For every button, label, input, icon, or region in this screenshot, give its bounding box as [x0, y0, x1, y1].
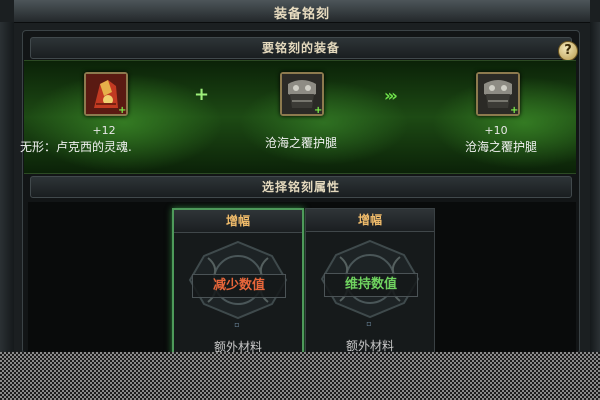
source-item-name: 无形：卢克西的灵魂.: [20, 140, 132, 154]
window-border-right: [590, 22, 600, 352]
option-card-reduce[interactable]: 增幅 减少数值 ▫ 额外材料: [172, 208, 304, 356]
result-item-slot[interactable]: +: [476, 72, 520, 116]
upgrade-plus-icon: +: [510, 105, 519, 116]
material-item-slot[interactable]: +: [280, 72, 324, 116]
upgrade-plus-icon: +: [314, 105, 323, 116]
help-icon[interactable]: ?: [558, 41, 578, 61]
option-header: 增幅: [174, 210, 302, 233]
option-header: 增幅: [306, 209, 434, 232]
source-enhance-level: +12: [92, 124, 116, 137]
upgrade-plus-icon: +: [118, 105, 127, 116]
option-card-keep[interactable]: 增幅 维持数值 ▫ 额外材料: [305, 208, 435, 354]
plus-icon: +: [194, 84, 210, 105]
window-border-left: [0, 22, 14, 352]
title-bar[interactable]: 装备铭刻: [14, 0, 590, 23]
window-title: 装备铭刻: [273, 7, 330, 22]
result-enhance-level: +10: [484, 124, 508, 137]
reduce-value-label: 减少数值: [192, 274, 286, 298]
result-arrow-icon: ›››: [384, 86, 398, 105]
material-item-name: 沧海之覆护腿: [264, 136, 337, 150]
source-item-slot[interactable]: +: [84, 72, 128, 116]
material-slot-icon: ▫: [366, 319, 372, 328]
attribute-section-header: 选择铭刻属性: [30, 176, 572, 198]
keep-value-label: 维持数值: [324, 273, 418, 297]
result-item-name: 沧海之覆护腿: [464, 140, 537, 154]
equipment-section-header: 要铭刻的装备: [30, 37, 572, 59]
material-slot-icon: ▫: [234, 320, 240, 329]
dithered-overlay: [0, 352, 600, 400]
